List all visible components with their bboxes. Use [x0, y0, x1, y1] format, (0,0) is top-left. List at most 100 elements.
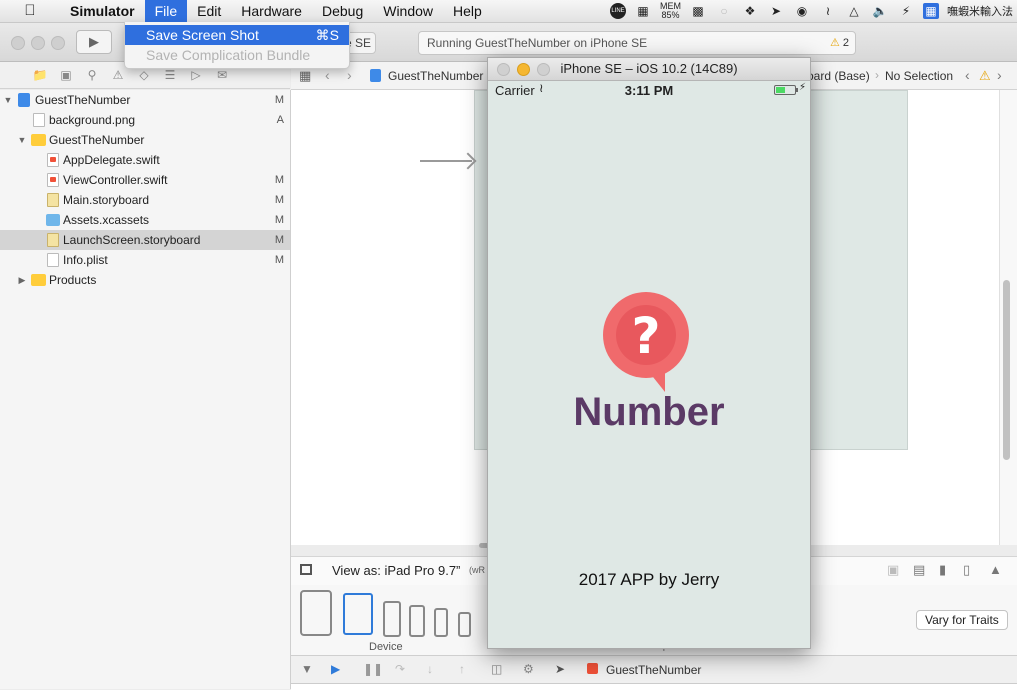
run-button[interactable]: ▶ — [76, 30, 112, 54]
menu-item-save-complication-bundle[interactable]: Save Complication Bundle — [125, 45, 349, 65]
nav-item-background-png[interactable]: background.png A — [0, 110, 290, 130]
airplay-icon[interactable]: △ — [845, 3, 863, 19]
find-navigator-icon[interactable]: ⚲ — [82, 65, 102, 85]
nav-item-appdelegate-swift[interactable]: AppDelegate.swift — [0, 150, 290, 170]
nav-item-project-root[interactable]: ▼ GuestTheNumber M — [0, 90, 290, 110]
file-name: LaunchScreen.storyboard — [63, 233, 201, 247]
simulator-window[interactable]: iPhone SE – iOS 10.2 (14C89) Carrier ≀ 3… — [487, 57, 811, 649]
menu-help[interactable]: Help — [443, 0, 492, 22]
close-window-button[interactable] — [11, 36, 25, 50]
disclosure-closed-icon[interactable]: ▶ — [17, 270, 27, 290]
nav-item-products[interactable]: ▶ Products — [0, 270, 290, 290]
swift-file-icon — [47, 153, 59, 167]
resolve-issues-icon[interactable]: ▲ — [989, 562, 1002, 577]
simulator-minimize-button[interactable] — [517, 63, 530, 76]
document-outline-toggle-icon[interactable] — [300, 564, 312, 575]
device-iphone-4s-icon[interactable] — [458, 612, 471, 637]
related-items-icon[interactable]: ▦ — [299, 68, 311, 84]
breadcrumb-project[interactable]: GuestTheNumber — [388, 69, 483, 83]
memory-graph-icon[interactable]: ⚙ — [523, 662, 534, 676]
warning-icon: ⚠ — [829, 37, 840, 49]
breadcrumb-selection[interactable]: No Selection — [885, 69, 953, 83]
device-label: Device — [369, 641, 403, 653]
debug-target-name[interactable]: GuestTheNumber — [606, 663, 701, 677]
device-ipad-pro-9-icon[interactable] — [343, 593, 373, 635]
nav-item-group-guestthenumber[interactable]: ▼ GuestTheNumber — [0, 130, 290, 150]
hide-debug-area-icon[interactable]: ▼ — [301, 662, 313, 676]
vertical-scroll-thumb[interactable] — [1003, 280, 1010, 460]
warning-count: 2 — [842, 37, 849, 49]
app-target-icon — [587, 663, 598, 674]
apple-icon[interactable]:  — [0, 0, 60, 22]
step-over-icon[interactable]: ↷ — [395, 662, 405, 676]
telegram-icon[interactable]: ➤ — [767, 3, 785, 19]
update-frames-icon[interactable]: ▣ — [887, 562, 899, 578]
menu-file[interactable]: File — [144, 0, 188, 22]
bookmark-icon[interactable]: ▩ — [689, 3, 707, 19]
simulate-location-icon[interactable]: ➤ — [555, 662, 565, 676]
view-as-label[interactable]: View as: iPad Pro 9.7” — [332, 563, 460, 578]
input-method-label[interactable]: 嘸蝦米輸入法 — [947, 3, 1013, 19]
file-name: Main.storyboard — [63, 193, 150, 207]
menu-item-save-screenshot[interactable]: Save Screen Shot ⌘S — [125, 25, 349, 45]
nav-item-assets-xcassets[interactable]: Assets.xcassets M — [0, 210, 290, 230]
disclosure-open-icon[interactable]: ▼ — [17, 130, 27, 150]
stack-view-icon[interactable]: ▤ — [913, 562, 925, 578]
battery-charging-icon[interactable]: ⚡ — [897, 3, 915, 19]
memory-indicator[interactable]: MEM 85% — [660, 2, 681, 20]
file-menu-dropdown: Save Screen Shot ⌘S Save Complication Bu… — [124, 22, 350, 69]
device-iphone-plus-icon[interactable] — [383, 601, 401, 637]
next-issue-icon[interactable]: › — [997, 67, 1002, 83]
device-ipad-pro-12-icon[interactable] — [300, 590, 332, 636]
simulator-title: iPhone SE – iOS 10.2 (14C89) — [560, 61, 738, 76]
breadcrumb-file[interactable]: oard (Base) — [807, 69, 870, 83]
device-iphone-icon[interactable] — [409, 605, 425, 637]
breakpoints-toggle-icon[interactable]: ▶ — [331, 662, 340, 676]
wifi-icon[interactable]: ≀ — [819, 3, 837, 19]
wechat-icon[interactable]: ◉ — [793, 3, 811, 19]
warning-indicator[interactable]: ⚠ 2 — [830, 32, 849, 54]
storyboard-file-icon — [47, 233, 59, 247]
scm-status: A — [276, 114, 284, 126]
minimize-window-button[interactable] — [31, 36, 45, 50]
disk-icon[interactable]: ○ — [715, 3, 733, 19]
initial-view-controller-arrow-icon — [420, 160, 472, 162]
forward-arrow-icon[interactable]: › — [347, 67, 352, 83]
previous-issue-icon[interactable]: ‹ — [965, 67, 970, 83]
volume-icon[interactable]: 🔈 — [871, 3, 889, 19]
simulator-zoom-button[interactable] — [537, 63, 550, 76]
menu-window[interactable]: Window — [373, 0, 443, 22]
step-in-icon[interactable]: ↓ — [427, 662, 433, 676]
simulator-title-bar[interactable]: iPhone SE – iOS 10.2 (14C89) — [488, 58, 810, 81]
menu-edit[interactable]: Edit — [187, 0, 231, 22]
device-iphone-se-icon[interactable] — [434, 608, 448, 637]
project-navigator-icon[interactable]: 📁 — [30, 65, 50, 85]
line-icon[interactable]: LINE — [610, 3, 626, 19]
pin-icon[interactable]: ▯ — [963, 562, 970, 578]
nav-item-main-storyboard[interactable]: Main.storyboard M — [0, 190, 290, 210]
nav-item-launchscreen-storyboard[interactable]: LaunchScreen.storyboard M — [0, 230, 290, 250]
simulator-close-button[interactable] — [497, 63, 510, 76]
input-method-icon[interactable]: ▦ — [923, 3, 939, 19]
dropbox-icon[interactable]: ❖ — [741, 3, 759, 19]
symbol-navigator-icon[interactable]: ▣ — [56, 65, 76, 85]
credit-text: 2017 APP by Jerry — [578, 570, 720, 589]
menu-debug[interactable]: Debug — [312, 0, 373, 22]
monitor-icon[interactable]: ▦ — [634, 3, 652, 19]
menu-app-name[interactable]: Simulator — [60, 0, 145, 22]
vary-for-traits-button[interactable]: Vary for Traits — [916, 610, 1008, 630]
disclosure-open-icon[interactable]: ▼ — [3, 90, 13, 110]
step-out-icon[interactable]: ↑ — [459, 662, 465, 676]
align-icon[interactable]: ▮ — [939, 562, 946, 578]
zoom-window-button[interactable] — [51, 36, 65, 50]
file-name: Assets.xcassets — [63, 213, 150, 227]
file-name: AppDelegate.swift — [63, 153, 160, 167]
menu-hardware[interactable]: Hardware — [231, 0, 312, 22]
pause-icon[interactable]: ❚❚ — [363, 662, 383, 676]
warning-icon[interactable]: ⚠ — [979, 68, 991, 84]
nav-item-viewcontroller-swift[interactable]: ViewController.swift M — [0, 170, 290, 190]
ios-status-bar: Carrier ≀ 3:11 PM ⚡ — [488, 81, 810, 99]
view-debugger-icon[interactable]: ◫ — [491, 662, 502, 676]
back-arrow-icon[interactable]: ‹ — [325, 67, 330, 83]
nav-item-info-plist[interactable]: Info.plist M — [0, 250, 290, 270]
